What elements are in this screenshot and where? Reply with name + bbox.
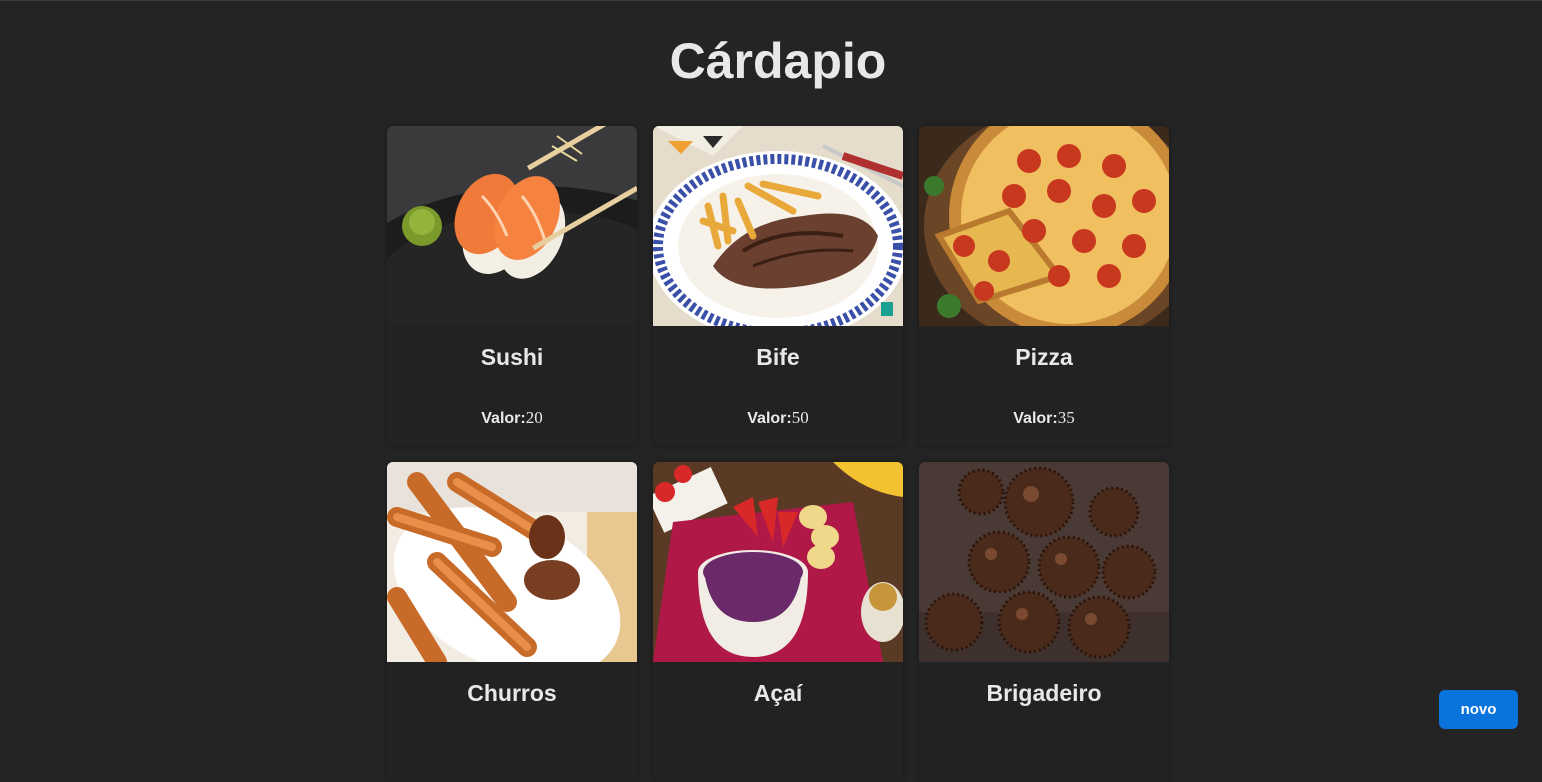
price-value: 35 [1057,408,1075,427]
acai-photo [653,462,903,662]
menu-item-name: Bife [756,344,800,370]
brigadeiro-photo [919,462,1169,662]
menu-item-name: Sushi [480,344,544,370]
menu-card-acai[interactable]: Açaí [653,462,903,782]
menu-item-name: Pizza [1015,344,1073,370]
price-label: Valor: [1013,410,1058,427]
churros-photo [387,462,637,662]
sushi-photo [387,126,637,326]
menu-card-bife[interactable]: Bife Valor:50 [653,126,903,446]
steak-photo [653,126,903,326]
price-label: Valor: [481,410,526,427]
menu-item-price: Valor:50 [653,408,903,428]
page-title: Cárdapio [669,33,887,89]
price-label: Valor: [747,410,792,427]
menu-card-churros[interactable]: Churros [387,462,637,782]
menu-item-name: Açaí [753,680,803,706]
menu-card-pizza[interactable]: Pizza Valor:35 [919,126,1169,446]
menu-card-brigadeiro[interactable]: Brigadeiro [919,462,1169,782]
price-value: 20 [525,408,543,427]
menu-item-price: Valor:20 [387,408,637,428]
menu-card-sushi[interactable]: Sushi Valor:20 [387,126,637,446]
menu-item-name: Churros [467,680,557,706]
top-border [0,0,1542,1]
menu-item-price: Valor:35 [919,408,1169,428]
menu-item-name: Brigadeiro [986,680,1102,706]
price-value: 50 [791,408,809,427]
new-item-button[interactable]: novo [1439,690,1518,729]
pizza-photo [919,126,1169,326]
